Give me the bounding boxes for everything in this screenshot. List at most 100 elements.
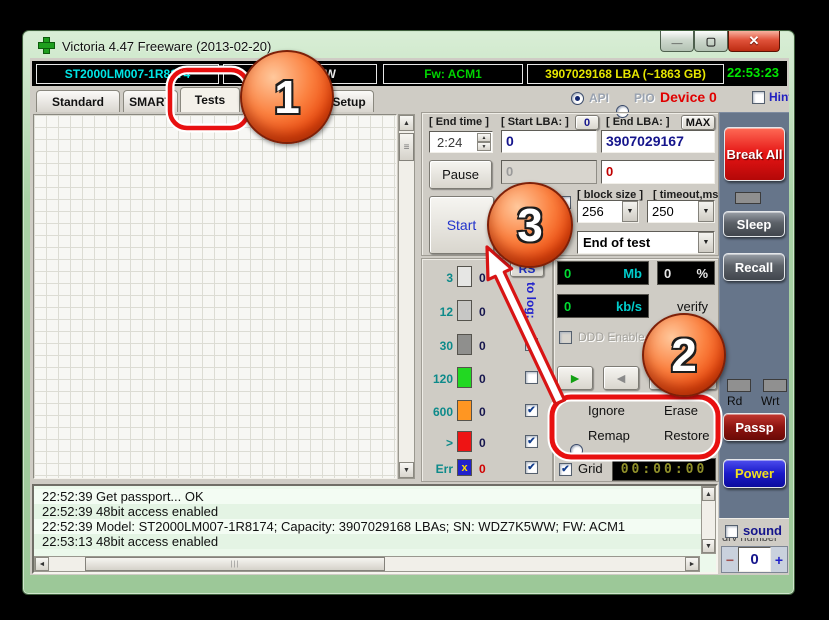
device-number-spinner[interactable]: − 0 + [721,546,788,573]
recall-label: Recall [735,260,773,275]
grip-icon: ||| [231,561,239,568]
scan-grid[interactable] [33,114,397,479]
log-time: 22:53:13 [34,534,96,549]
hints-checkbox[interactable] [752,91,765,104]
error-count-field[interactable]: 0 [601,160,715,184]
log-hscroll-thumb[interactable]: ||| [85,557,385,571]
legend-checkbox-120[interactable] [525,371,538,384]
end-lba-label: [ End LBA: ] [606,116,670,128]
clipped-device-number-label: drv number [722,538,786,545]
rewind-button[interactable]: ◄ [603,366,639,390]
start-lba-field[interactable]: 0 [501,130,597,153]
scroll-up-button[interactable]: ▲ [399,115,414,131]
legend-label: Err [425,462,453,476]
chevron-down-icon[interactable]: ▼ [698,201,714,222]
log-row: 22:52:39 48bit access enabled [34,504,716,519]
legend-checkbox-err[interactable]: ✔ [525,461,538,474]
legend-label: 30 [425,339,453,353]
grid-label: Grid [578,461,603,476]
minus-icon: − [726,552,734,568]
spin-up-icon: ▲ [482,135,487,141]
time-spin-up[interactable]: ▲ [477,133,491,142]
mb-unit: Mb [623,266,642,281]
tab-tests[interactable]: Tests [180,87,240,112]
end-action-value: End of test [578,235,698,250]
log-row: 22:52:39 Model: ST2000LM007-1R8174; Capa… [34,519,716,534]
ignore-radio[interactable] [570,444,583,457]
log-scroll-right[interactable]: ► [685,557,699,571]
percent-lcd: 0 % [657,261,715,285]
grid-scrollbar[interactable]: ▲ ≡ ▼ [398,114,415,479]
write-indicator [763,379,787,392]
start-lba-label: [ Start LBA: ] [501,116,569,128]
timeout-dropdown[interactable]: 250 ▼ [647,200,715,223]
legend-swatch-3 [457,266,472,287]
recall-button[interactable]: Recall [723,253,785,281]
break-all-button[interactable]: Break All [724,127,785,181]
drive-capacity[interactable]: 3907029168 LBA (~1863 GB) [527,64,724,84]
tab-standard[interactable]: Standard [36,90,120,112]
legend-label: 600 [425,405,453,419]
legend-checkbox-gt[interactable]: ✔ [525,435,538,448]
sleep-button[interactable]: Sleep [723,211,785,237]
end-action-dropdown[interactable]: End of test ▼ [577,231,715,254]
end-lba-field[interactable]: 3907029167 [601,130,715,153]
start-button[interactable]: Start [429,196,494,254]
end-lba-value: 3907029167 [606,133,684,149]
log-hscrollbar[interactable]: ◄ ||| ► [34,556,700,572]
legend-swatch-30 [457,334,472,355]
close-button[interactable]: ✕ [728,31,780,52]
legend-checkbox-30[interactable] [525,338,538,351]
chevron-down-icon[interactable]: ▼ [698,232,714,253]
percent-unit: % [696,266,708,281]
device-label: Device 0 [660,89,717,105]
log-scroll-down[interactable]: ▼ [702,539,715,553]
scroll-thumb[interactable]: ≡ [399,133,414,161]
drive-model[interactable]: ST2000LM007-1R8174 [36,64,219,84]
sound-label: sound [743,523,782,538]
log-scroll-left[interactable]: ◄ [35,557,49,571]
log-scroll-up[interactable]: ▲ [702,487,715,501]
tab-smart[interactable]: SMART [123,90,178,112]
legend-count: 0 [479,339,486,353]
log-text: Model: ST2000LM007-1R8174; Capacity: 390… [96,519,625,534]
drive-firmware[interactable]: Fw: ACM1 [383,64,523,84]
erase-label: Erase [664,403,698,418]
log-time: 22:52:39 [34,504,96,519]
arrow-left-icon: ◄ [39,561,46,568]
minimize-button[interactable]: — [660,31,694,52]
spinner-minus-button[interactable]: − [722,547,738,572]
pause-button[interactable]: Pause [429,160,492,189]
legend-checkbox-600[interactable]: ✔ [525,404,538,417]
maximize-button[interactable]: ▢ [694,31,728,52]
passp-button[interactable]: Passp [723,413,786,441]
play-button[interactable]: ► [557,366,593,390]
legend-swatch-120 [457,367,472,388]
window-title: Victoria 4.47 Freeware (2013-02-20) [62,39,271,54]
end-time-field[interactable]: 2:24 ▲ ▼ [429,131,493,153]
grid-checkbox[interactable]: ✔ [559,463,572,476]
tab-label: Tests [195,93,225,107]
check-icon: ✔ [527,462,535,473]
timeout-value: 250 [648,204,698,219]
block-size-dropdown[interactable]: 256 ▼ [577,200,639,223]
pio-label: PIO [634,91,655,105]
scroll-down-button[interactable]: ▼ [399,462,414,478]
dd-arrow: ▼ [627,208,634,215]
callout-1: 1 [240,50,334,144]
max-button[interactable]: MAX [681,115,715,130]
tab-label: Standard [52,95,104,109]
log-row: 22:52:39 Get passport... OK [34,489,716,504]
minimize-icon: — [672,41,683,47]
log-vscrollbar[interactable]: ▲ ▼ [701,486,716,554]
api-radio[interactable] [571,92,584,105]
start-lba-zero-button[interactable]: 0 [575,115,599,130]
time-spin-down[interactable]: ▼ [477,142,491,151]
elapsed-timer-lcd: 00:00:00 [612,458,716,481]
chevron-down-icon[interactable]: ▼ [622,201,638,222]
ddd-checkbox[interactable] [559,331,572,344]
power-button[interactable]: Power [723,459,786,488]
sound-checkbox[interactable] [725,525,738,538]
spinner-plus-button[interactable]: + [771,547,787,572]
legend-label: 12 [425,305,453,319]
